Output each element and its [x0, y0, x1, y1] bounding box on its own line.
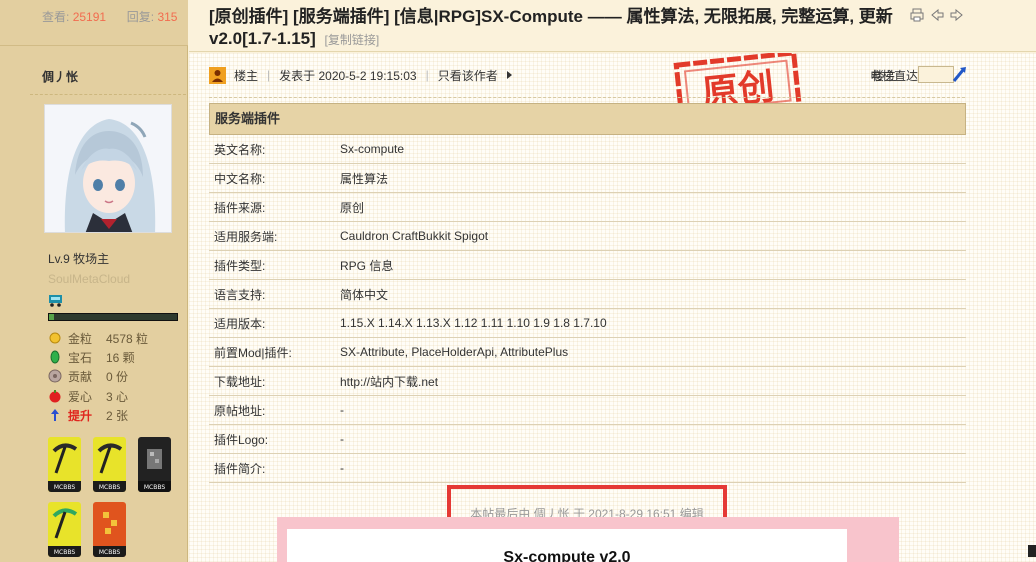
- thread-title-bar: [原创插件] [服务端插件] [信息|RPG]SX-Compute —— 属性算…: [189, 0, 1036, 52]
- replies-label: 回复:: [126, 10, 155, 24]
- level-progress-fill: [49, 314, 55, 320]
- info-value: -: [340, 461, 344, 475]
- only-author-link[interactable]: 只看该作者: [438, 67, 498, 84]
- info-key: 原帖地址:: [214, 403, 266, 418]
- triangle-right-icon[interactable]: [506, 71, 512, 79]
- attr-gold: 金粒 4578 粒: [48, 330, 148, 346]
- table-row: 下载地址: http://站内下载.net: [209, 367, 966, 396]
- info-key: 前置Mod|插件:: [214, 345, 292, 360]
- user-level: Lv.9 牧场主: [48, 252, 110, 266]
- replies-count: 315: [157, 10, 178, 24]
- info-value: 简体中文: [340, 287, 389, 302]
- info-key: 适用服务端:: [214, 229, 278, 244]
- attr-heart: 爱心 3 心: [48, 388, 128, 404]
- level-progress-bar: [48, 313, 178, 321]
- post-meta: 楼主 | 发表于 2020-5-2 19:15:03 | 只看该作者: [209, 65, 512, 85]
- table-row: 中文名称: 属性算法: [209, 164, 966, 193]
- info-key: 插件简介:: [214, 461, 266, 476]
- views-count: 25191: [72, 10, 107, 24]
- ore-medal-icon[interactable]: MCBBS: [138, 437, 171, 492]
- info-value: Cauldron CraftBukkit Spigot: [340, 229, 489, 243]
- attr-contribution: 贡献 0 份: [48, 368, 128, 384]
- gold-icon: [48, 331, 62, 345]
- table-row: 英文名称: Sx-compute: [209, 135, 966, 164]
- print-icon[interactable]: [910, 8, 924, 22]
- svg-text:MCBBS: MCBBS: [99, 549, 120, 556]
- op-icon: [209, 66, 226, 84]
- avatar[interactable]: [44, 104, 172, 233]
- info-value: -: [340, 403, 344, 417]
- divider: [30, 94, 186, 95]
- orange-medal-icon[interactable]: MCBBS: [93, 502, 126, 557]
- post-time: 发表于 2020-5-2 19:15:03: [279, 68, 417, 83]
- green-pickaxe-medal-icon[interactable]: MCBBS: [48, 502, 81, 557]
- info-value: Sx-compute: [340, 142, 405, 156]
- plugin-info-table: 服务端插件 英文名称: Sx-compute 中文名称: 属性算法插件来源: 原创适用服…: [209, 103, 966, 483]
- svg-text:MCBBS: MCBBS: [54, 484, 75, 491]
- thread-title: [原创插件] [服务端插件] [信息|RPG]SX-Compute —— 属性算…: [209, 7, 893, 48]
- attr-promote: 提升 2 张: [48, 407, 128, 423]
- author-sidebar: 查看: 25191 回复: 315 倜丿怅 Lv.9 牧场主 SoulMetaC…: [0, 0, 188, 562]
- copy-link[interactable]: [复制链接]: [325, 33, 380, 47]
- table-row: 语言支持: 简体中文: [209, 280, 966, 309]
- svg-text:MCBBS: MCBBS: [99, 484, 120, 491]
- table-row: 适用版本: 1.15.X 1.14.X 1.13.X 1.12 1.11 1.10…: [209, 309, 966, 338]
- contribution-icon: [48, 369, 62, 383]
- info-key: 插件Logo:: [214, 432, 269, 447]
- info-value: RPG 信息: [340, 258, 394, 273]
- prev-thread-icon[interactable]: [930, 8, 944, 22]
- go-arrow-icon[interactable]: [952, 65, 968, 83]
- svg-text:MCBBS: MCBBS: [144, 484, 165, 491]
- info-key: 英文名称:: [214, 142, 266, 157]
- op-label: 楼主: [234, 68, 259, 83]
- info-table-header: 服务端插件: [209, 103, 966, 135]
- content-subtitle: Sx-compute v2.0: [503, 549, 631, 562]
- info-key: 语言支持:: [214, 287, 266, 302]
- pickaxe-medal-icon[interactable]: MCBBS: [48, 437, 81, 492]
- info-value: 原创: [340, 200, 365, 215]
- gem-icon: [48, 350, 62, 364]
- info-value: http://站内下载.net: [340, 374, 439, 389]
- content-banner: Sx-compute v2.0: [277, 517, 899, 562]
- table-row: 插件Logo: -: [209, 425, 966, 454]
- author-name[interactable]: 倜丿怅: [42, 68, 78, 85]
- divider: [209, 97, 965, 98]
- attr-gem: 宝石 16 颗: [48, 349, 135, 365]
- views-label: 查看:: [42, 10, 70, 24]
- info-key: 适用版本:: [214, 316, 266, 331]
- thread-stats: 查看: 25191 回复: 315: [0, 0, 188, 46]
- info-value: 属性算法: [340, 171, 389, 186]
- pickaxe-medal-icon[interactable]: MCBBS: [93, 437, 126, 492]
- heart-icon: [48, 389, 62, 403]
- content-banner-inner: Sx-compute v2.0: [287, 529, 847, 562]
- table-row: 原帖地址: -: [209, 396, 966, 425]
- table-row: 插件简介: -: [209, 454, 966, 483]
- info-key: 下载地址:: [214, 374, 266, 389]
- info-value: SX-Attribute, PlaceHolderApi, AttributeP…: [340, 345, 569, 359]
- minecart-icon: [48, 293, 63, 307]
- table-row: 插件来源: 原创: [209, 193, 966, 222]
- user-group: SoulMetaCloud: [48, 272, 131, 286]
- info-key: 中文名称:: [214, 171, 266, 186]
- info-value: -: [340, 432, 344, 446]
- promote-icon: [48, 408, 62, 422]
- scrollbar[interactable]: [1024, 53, 1036, 562]
- elevator-label: 电梯直达: [869, 69, 918, 83]
- post-body: 楼主 | 发表于 2020-5-2 19:15:03 | 只看该作者 原创 楼主…: [189, 50, 1036, 562]
- info-key: 插件来源:: [214, 200, 266, 215]
- next-thread-icon[interactable]: [950, 8, 964, 22]
- table-row: 适用服务端: Cauldron CraftBukkit Spigot: [209, 222, 966, 251]
- table-row: 插件类型: RPG 信息: [209, 251, 966, 280]
- info-key: 插件类型:: [214, 258, 266, 273]
- elevator-input[interactable]: [918, 66, 954, 83]
- info-value: 1.15.X 1.14.X 1.13.X 1.12 1.11 1.10 1.9 …: [340, 316, 607, 330]
- svg-text:MCBBS: MCBBS: [54, 549, 75, 556]
- table-row: 前置Mod|插件: SX-Attribute, PlaceHolderApi, A…: [209, 338, 966, 367]
